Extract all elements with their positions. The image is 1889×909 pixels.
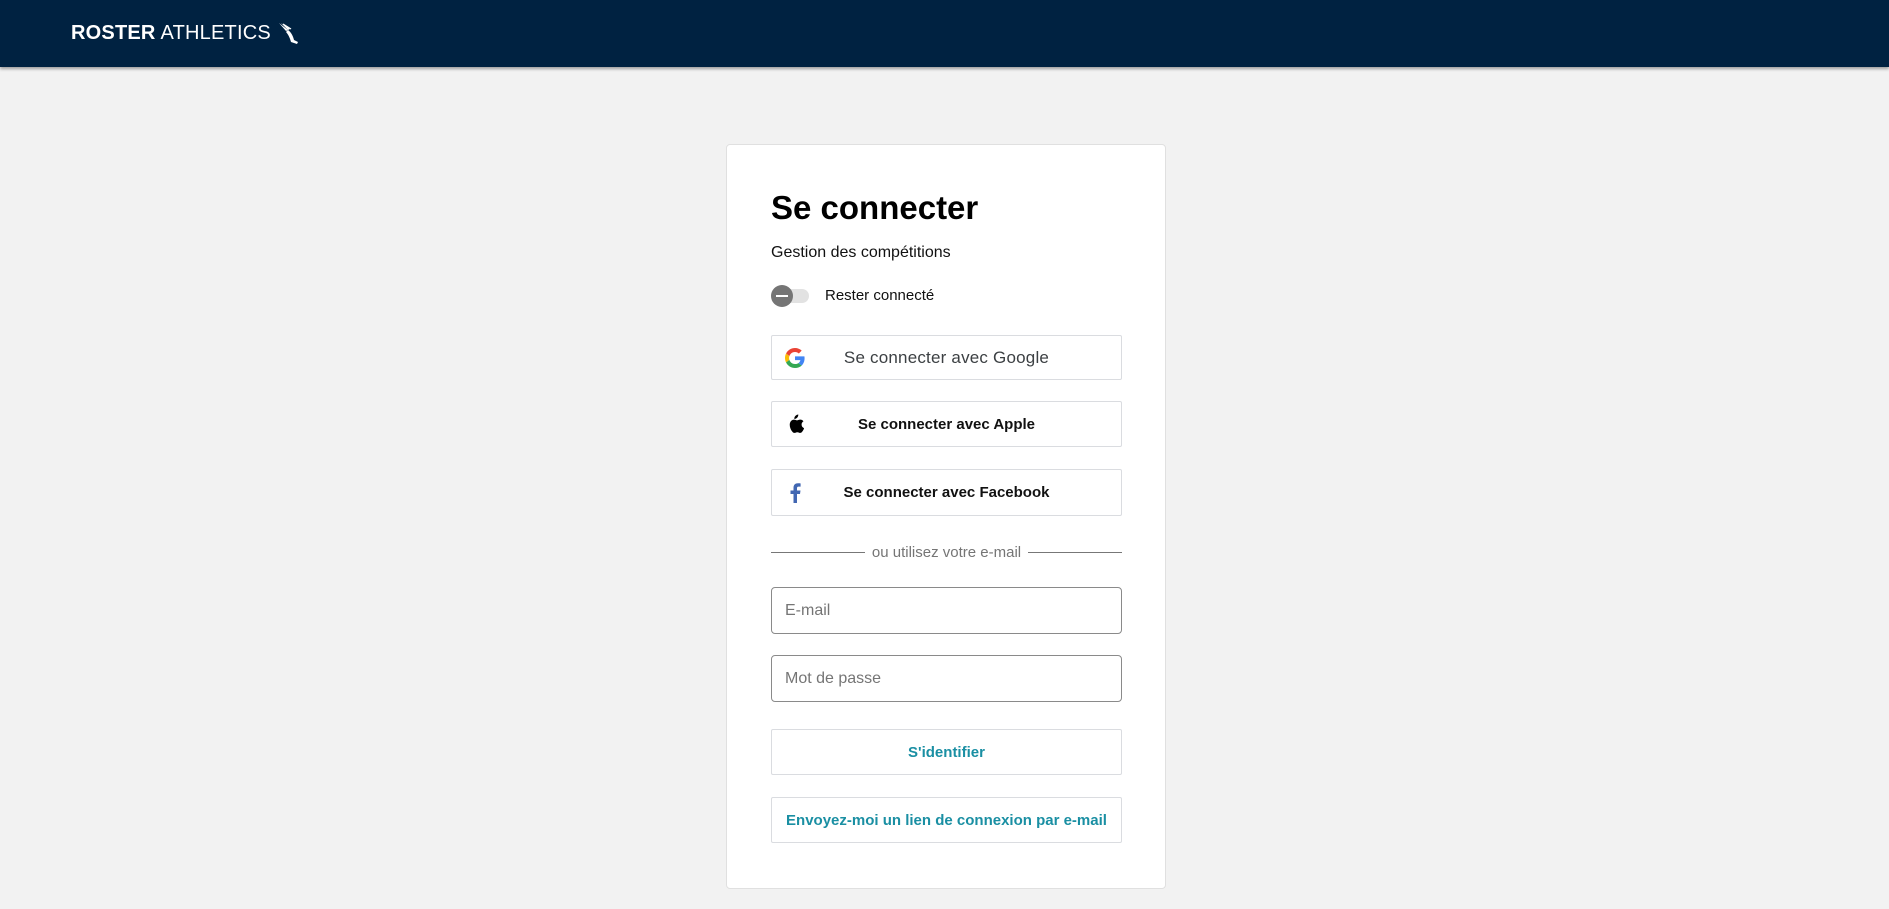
page-subtitle: Gestion des compétitions xyxy=(771,244,951,261)
stay-connected-toggle[interactable] xyxy=(771,284,811,307)
password-field[interactable] xyxy=(771,655,1122,702)
email-divider: ou utilisez votre e-mail xyxy=(771,542,1123,562)
facebook-signin-label: Se connecter avec Facebook xyxy=(843,484,1050,501)
page-title: Se connecter xyxy=(771,189,979,226)
winged-foot-icon xyxy=(278,23,298,44)
divider-line-left xyxy=(771,551,865,553)
top-navbar: ROSTER ATHLETICS xyxy=(0,0,1889,67)
brand-name-bold: ROSTER xyxy=(71,21,156,44)
login-button[interactable]: S'identifier xyxy=(771,729,1122,775)
google-signin-label: Se connecter avec Google xyxy=(843,347,1050,367)
stay-connected-row: Rester connecté xyxy=(771,284,935,307)
facebook-signin-button[interactable]: Se connecter avec Facebook xyxy=(771,469,1122,516)
email-field[interactable] xyxy=(771,587,1122,634)
login-card: Se connecter Gestion des compétitions Re… xyxy=(726,144,1166,889)
google-icon xyxy=(784,347,806,369)
apple-signin-button[interactable]: Se connecter avec Apple xyxy=(771,401,1122,447)
apple-signin-label: Se connecter avec Apple xyxy=(857,415,1036,433)
magic-link-button[interactable]: Envoyez-moi un lien de connexion par e-m… xyxy=(771,797,1122,843)
apple-icon xyxy=(784,413,806,435)
divider-line-right xyxy=(1028,551,1123,553)
google-signin-button[interactable]: Se connecter avec Google xyxy=(771,335,1122,380)
stay-connected-label: Rester connecté xyxy=(825,286,935,304)
minus-icon xyxy=(776,295,788,297)
divider-text: ou utilisez votre e-mail xyxy=(871,543,1022,561)
toggle-thumb xyxy=(771,285,793,307)
brand-logo[interactable]: ROSTER ATHLETICS xyxy=(71,20,300,46)
facebook-icon xyxy=(784,482,806,504)
brand-name-regular: ATHLETICS xyxy=(160,21,271,44)
